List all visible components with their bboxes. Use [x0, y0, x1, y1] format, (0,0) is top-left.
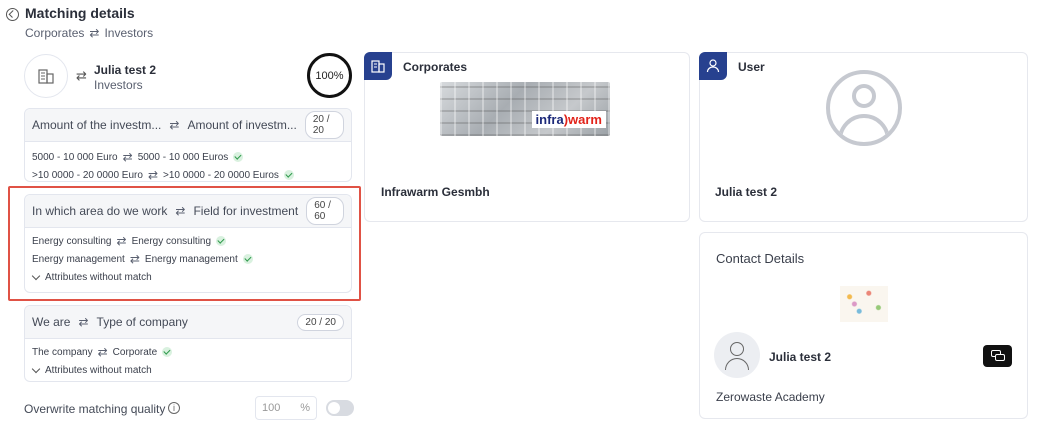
profile-role: Investors	[94, 78, 143, 92]
overwrite-toggle[interactable]	[326, 400, 354, 416]
criteria-right: Type of company	[96, 315, 188, 329]
match-row: >10 0000 - 20 0000 Euro ⇄ >10 0000 - 20 …	[25, 166, 351, 184]
attributes-label: Attributes without match	[45, 364, 152, 376]
match-percent-ring: 100%	[307, 53, 352, 98]
criteria-card-amount: Amount of the investm... ⇄ Amount of inv…	[24, 108, 352, 182]
attributes-without-match-toggle[interactable]: Attributes without match	[25, 361, 351, 379]
check-icon	[162, 347, 173, 357]
swap-arrows-icon: ⇄	[89, 26, 100, 40]
panel-title: User	[738, 60, 765, 74]
highlight-box	[8, 186, 361, 301]
check-icon	[283, 170, 294, 180]
panel-title: Corporates	[403, 60, 468, 74]
criteria-left: We are	[32, 315, 71, 329]
contact-name: Julia test 2	[769, 350, 832, 364]
corporates-panel: Corporates Infrawarm Gesmbh	[364, 52, 690, 222]
info-icon[interactable]: i	[168, 402, 180, 414]
building-icon	[24, 54, 68, 98]
swap-arrows-icon: ⇄	[78, 315, 89, 329]
logo-text-a: infra	[535, 112, 564, 127]
criteria-header: Amount of the investm... ⇄ Amount of inv…	[25, 109, 351, 142]
contact-title: Contact Details	[716, 251, 805, 266]
page-title: Matching details	[25, 5, 135, 21]
match-left: >10 0000 - 20 0000 Euro	[32, 169, 143, 181]
user-name: Julia test 2	[715, 185, 778, 199]
company-name: Infrawarm Gesmbh	[381, 185, 490, 199]
swap-arrows-icon: ⇄	[97, 345, 108, 359]
match-row: The company ⇄ Corporate	[25, 343, 351, 361]
user-icon	[699, 52, 727, 80]
match-right: >10 0000 - 20 0000 Euros	[163, 169, 279, 181]
criteria-card-type: We are ⇄ Type of company 20 / 20 The com…	[24, 305, 352, 382]
match-left: The company	[32, 346, 93, 358]
match-right: Corporate	[112, 346, 158, 358]
user-avatar-icon	[714, 332, 760, 378]
swap-arrows-icon: ⇄	[147, 168, 158, 182]
chat-button[interactable]	[983, 345, 1012, 367]
match-row: 5000 - 10 000 Euro ⇄ 5000 - 10 000 Euros	[25, 148, 351, 166]
breadcrumb-right: Investors	[104, 26, 154, 40]
percent-unit: %	[300, 402, 310, 414]
swap-arrows-icon: ⇄	[169, 118, 180, 132]
score-badge: 20 / 20	[304, 111, 344, 139]
contact-company: Zerowaste Academy	[716, 390, 825, 404]
breadcrumb: Corporates ⇄ Investors	[25, 26, 153, 40]
matching-quality-input[interactable]: 100 %	[255, 396, 317, 420]
logo-text-b: )warm	[563, 112, 602, 127]
criteria-right: Amount of investm...	[187, 118, 297, 132]
contact-image	[840, 286, 888, 322]
chevron-down-icon	[31, 364, 41, 373]
profile-name: Julia test 2	[94, 63, 157, 77]
criteria-header: We are ⇄ Type of company 20 / 20	[25, 306, 351, 339]
check-icon	[233, 152, 244, 162]
back-icon[interactable]	[6, 8, 19, 21]
match-right: 5000 - 10 000 Euros	[137, 151, 229, 163]
match-left: 5000 - 10 000 Euro	[32, 151, 118, 163]
swap-arrows-icon: ⇄	[76, 68, 87, 83]
score-badge: 20 / 20	[297, 313, 344, 331]
criteria-left: Amount of the investm...	[32, 118, 162, 132]
contact-panel: Contact Details Julia test 2 Zerowaste A…	[699, 232, 1028, 419]
breadcrumb-left: Corporates	[25, 26, 85, 40]
avatar-placeholder-icon	[826, 70, 902, 146]
swap-arrows-icon: ⇄	[122, 150, 133, 164]
company-logo: infra)warm	[440, 82, 610, 136]
overwrite-label: Overwrite matching quality	[24, 402, 166, 416]
building-icon	[364, 52, 392, 80]
input-placeholder: 100	[262, 402, 281, 414]
